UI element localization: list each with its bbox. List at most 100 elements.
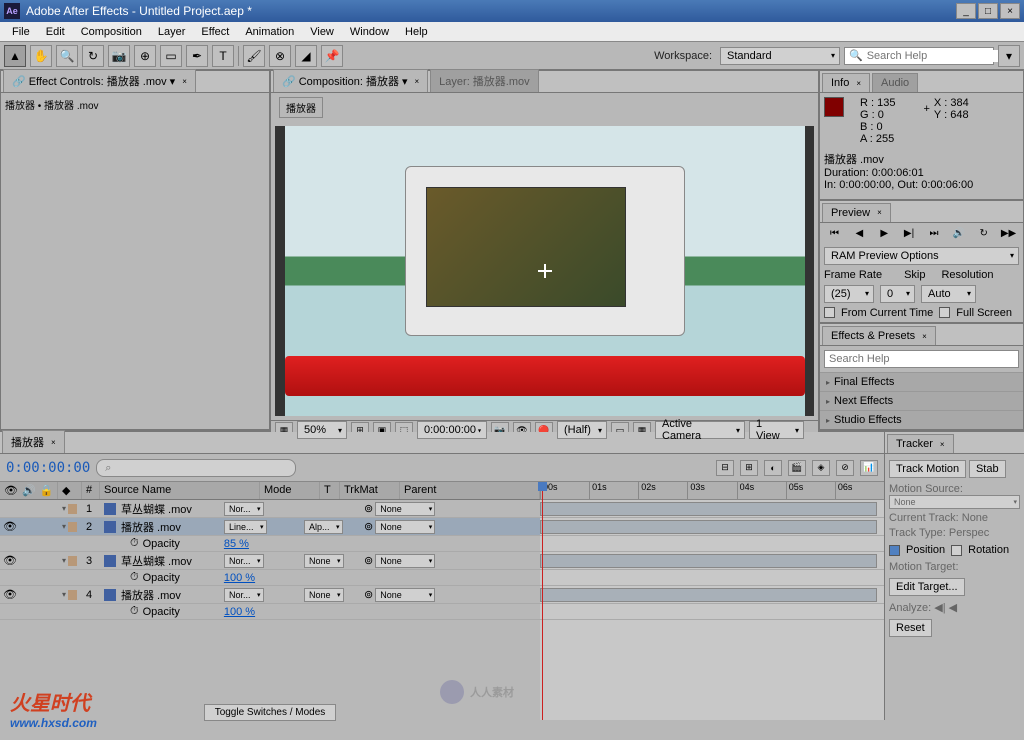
full-screen-checkbox[interactable] [939,307,950,318]
stopwatch-icon[interactable]: ⏱ [130,571,139,584]
graph-editor-icon[interactable]: 📊 [860,460,878,476]
close-icon[interactable]: × [51,438,56,447]
shy-icon[interactable]: ◐ [764,460,782,476]
tl-btn[interactable]: ⊞ [740,460,758,476]
expand-icon[interactable]: ▾ [62,590,66,599]
tl-btn[interactable]: ⊟ [716,460,734,476]
playhead[interactable] [542,482,543,720]
fx-folder[interactable]: ▸Studio Effects [820,410,1023,429]
next-frame-button[interactable]: ▶| [901,227,917,241]
parent-dropdown[interactable]: None [375,502,435,516]
timecode[interactable]: 0:00:00:00 [6,460,90,476]
rotate-tool[interactable]: ↻ [82,45,104,67]
motion-blur-icon[interactable]: ⊘ [836,460,854,476]
parent-dropdown[interactable]: None [375,588,435,602]
menu-animation[interactable]: Animation [237,24,302,40]
info-tab[interactable]: Info× [822,73,870,92]
edit-target-button[interactable]: Edit Target... [889,578,965,596]
analyze-back-icon[interactable]: ◀| [934,602,945,614]
brush-tool[interactable]: 🖌 [243,45,265,67]
loop-button[interactable]: ↻ [976,227,992,241]
pickwhip-icon[interactable]: ⊚ [364,520,373,533]
menu-effect[interactable]: Effect [193,24,237,40]
time-display[interactable]: 0:00:00:00 [417,421,487,439]
composition-viewer[interactable] [275,126,814,416]
zoom-tool[interactable]: 🔍 [56,45,78,67]
prev-frame-button[interactable]: ◀ [851,227,867,241]
dropdown-icon[interactable]: ▾ [402,75,408,88]
hand-tool[interactable]: ✋ [30,45,52,67]
stopwatch-icon[interactable]: ⏱ [130,605,139,618]
eye-icon[interactable]: 👁 [4,588,16,601]
selection-tool[interactable]: ▲ [4,45,26,67]
effects-presets-tab[interactable]: Effects & Presets× [822,326,936,345]
eraser-tool[interactable]: ◢ [295,45,317,67]
first-frame-button[interactable]: ⏮ [826,227,842,241]
layer-tab[interactable]: Layer: 播放器.mov [430,69,538,92]
opacity-value[interactable]: 85 % [224,538,249,550]
menu-layer[interactable]: Layer [150,24,194,40]
last-frame-button[interactable]: ⏭ [926,227,942,241]
opacity-value[interactable]: 100 % [224,572,255,584]
timeline-search[interactable] [96,459,296,477]
search-help[interactable]: 🔍 [844,47,994,65]
effect-controls-tab[interactable]: 🔗 Effect Controls: 播放器 .mov ▾ × [3,69,196,92]
camera-tool[interactable]: 📷 [108,45,130,67]
position-checkbox[interactable] [889,545,900,556]
zoom-dropdown[interactable]: 50% [297,421,347,439]
tl-btn[interactable]: ◈ [812,460,830,476]
close-icon[interactable]: × [877,208,882,217]
pen-tool[interactable]: ✒ [186,45,208,67]
opacity-value[interactable]: 100 % [224,606,255,618]
mode-dropdown[interactable]: Nor... [224,554,264,568]
trkmat-dropdown[interactable]: None [304,588,344,602]
track-motion-button[interactable]: Track Motion [889,460,966,478]
stabilize-button[interactable]: Stab [969,460,1006,478]
timeline-tab[interactable]: 播放器× [2,430,65,453]
text-tool[interactable]: T [212,45,234,67]
menu-file[interactable]: File [4,24,38,40]
audio-button[interactable]: 🔊 [951,227,967,241]
layer-row[interactable]: 👁 ▾ 4 播放器 .mov Nor... None ⊚ None [0,586,540,604]
skip-dropdown[interactable]: 0 [880,285,915,303]
close-tab-icon[interactable]: × [415,77,420,86]
expand-icon[interactable]: ▾ [62,504,66,513]
menu-view[interactable]: View [302,24,342,40]
pickwhip-icon[interactable]: ⊚ [364,554,373,567]
close-button[interactable]: × [1000,3,1020,19]
mode-dropdown[interactable]: Nor... [224,588,264,602]
framerate-dropdown[interactable]: (25) [824,285,874,303]
reset-button[interactable]: Reset [889,619,932,637]
audio-tab[interactable]: Audio [872,73,918,92]
expand-icon[interactable]: ▾ [62,556,66,565]
fx-folder[interactable]: ▸Final Effects [820,372,1023,391]
timeline-graph[interactable]: 00s01s02s03s04s05s06s [540,482,884,720]
analyze-fwd-icon[interactable]: ◀ [949,602,957,614]
pan-behind-tool[interactable]: ⊕ [134,45,156,67]
dropdown-icon[interactable]: ▾ [170,75,176,88]
close-icon[interactable]: × [856,79,861,88]
eye-icon[interactable]: 👁 [4,520,16,533]
workspace-dropdown[interactable]: Standard [720,47,840,65]
minimize-button[interactable]: _ [956,3,976,19]
resolution-dropdown[interactable]: (Half) [557,421,607,439]
layer-row[interactable]: 👁 ▾ 2 播放器 .mov Line... Alp... ⊚ None [0,518,540,536]
preview-tab[interactable]: Preview× [822,203,891,222]
menu-help[interactable]: Help [397,24,436,40]
effects-search-input[interactable] [824,350,1019,368]
ram-preview-button[interactable]: ▶▶ [1001,227,1017,241]
time-ruler[interactable]: 00s01s02s03s04s05s06s [540,482,884,500]
layer-row[interactable]: 👁 ▾ 3 草丛蝴蝶 .mov Nor... None ⊚ None [0,552,540,570]
maximize-button[interactable]: □ [978,3,998,19]
from-current-checkbox[interactable] [824,307,835,318]
pickwhip-icon[interactable]: ⊚ [364,502,373,515]
layer-row[interactable]: ▾ 1 草丛蝴蝶 .mov Nor... ⊚ None [0,500,540,518]
mode-dropdown[interactable]: Line... [224,520,267,534]
play-button[interactable]: ▶ [876,227,892,241]
eye-icon[interactable]: 👁 [4,554,16,567]
help-dropdown-icon[interactable]: ▾ [998,45,1020,67]
tl-btn[interactable]: 🎬 [788,460,806,476]
close-icon[interactable]: × [940,440,945,449]
toggle-switches-button[interactable]: Toggle Switches / Modes [204,704,337,721]
parent-dropdown[interactable]: None [375,520,435,534]
